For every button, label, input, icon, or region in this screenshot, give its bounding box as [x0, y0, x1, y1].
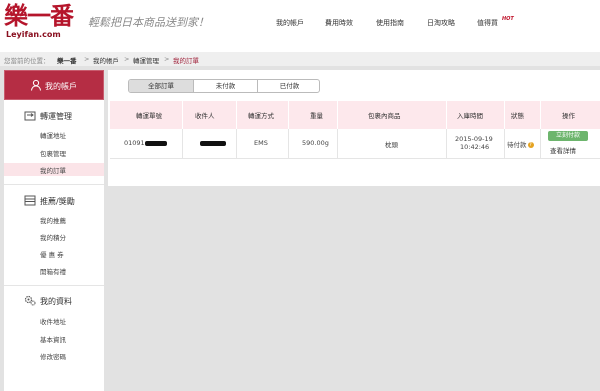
shipping-method: EMS: [254, 139, 268, 147]
nav-strategy[interactable]: 日淘攻略: [427, 18, 455, 28]
sidebar-item-my-referrals[interactable]: 我的推薦: [4, 213, 104, 226]
breadcrumb-separator: >: [84, 55, 90, 63]
col-shipping-method: 轉運方式: [248, 112, 274, 120]
sidebar-item-my-points[interactable]: 我的積分: [4, 230, 104, 243]
pay-now-button[interactable]: 立刻付款: [548, 131, 588, 141]
arrival-date: 2015-09-19: [455, 135, 493, 143]
orders-panel: 全部訂單 未付款 已付款 轉運單號 收件人 轉運方式 重量 包裹內商品 入庫時間…: [108, 70, 600, 186]
sidebar-item-unboxing-gift[interactable]: 開箱有禮: [4, 264, 104, 277]
recipient-name: [200, 139, 226, 147]
sidebar-item-shipping-address[interactable]: 收件地址: [4, 314, 104, 327]
tab-all-orders[interactable]: 全部訂單: [129, 80, 193, 92]
sidebar-item-package-management[interactable]: 包裹管理: [4, 146, 104, 159]
col-status: 狀態: [511, 112, 524, 120]
gears-icon: [24, 295, 36, 306]
hot-badge: HOT: [502, 16, 514, 22]
section-title: 推薦/獎勵: [40, 197, 75, 206]
section-title: 我的資料: [40, 297, 72, 306]
order-number: 01091: [124, 139, 167, 147]
table-row: 01091 EMS 590.00g 枕頭 2015-09-19 10:42:46…: [110, 129, 600, 159]
sidebar-item-forwarding-address[interactable]: 轉運地址: [4, 128, 104, 141]
sidebar-item-basic-info[interactable]: 基本資訊: [4, 332, 104, 345]
sidebar: 我的帳戶 轉運管理 轉運地址 包裹管理 我的訂單 推薦/獎勵 我的推薦 我的積分…: [4, 70, 104, 391]
view-details-link[interactable]: 查看詳情: [550, 145, 576, 155]
nav-guide[interactable]: 使用指南: [376, 18, 404, 28]
sidebar-item-change-password[interactable]: 修改密碼: [4, 349, 104, 362]
sidebar-section-rewards: 推薦/獎勵: [4, 195, 104, 207]
sidebar-section-forwarding: 轉運管理: [4, 110, 104, 122]
breadcrumb-separator: >: [164, 55, 170, 63]
sidebar-account-title: 我的帳戶: [45, 82, 77, 91]
breadcrumb-my-account[interactable]: 我的帳戶: [93, 55, 119, 65]
order-status: 待付款?: [507, 141, 534, 149]
forward-icon: [24, 111, 36, 121]
col-arrival-time: 入庫時間: [457, 112, 483, 120]
col-recipient: 收件人: [195, 112, 215, 120]
orders-table-header: 轉運單號 收件人 轉運方式 重量 包裹內商品 入庫時間 狀態 操作: [110, 101, 600, 129]
package-contents: 枕頭: [385, 141, 398, 149]
section-title: 轉運管理: [40, 112, 72, 121]
logo-glyphs: 樂一番: [4, 1, 74, 30]
breadcrumb-home[interactable]: 樂一番: [57, 55, 77, 65]
sidebar-item-coupons[interactable]: 優 惠 券: [4, 247, 104, 260]
breadcrumb-prefix: 您當前的位置：: [4, 57, 50, 65]
help-icon[interactable]: ?: [527, 142, 534, 148]
redacted-text: [144, 140, 167, 146]
breadcrumb-current: 我的訂單: [173, 57, 199, 65]
col-contents: 包裹內商品: [368, 112, 401, 120]
user-icon: [31, 79, 41, 91]
site-logo[interactable]: 樂一番 Leyifan.com: [4, 3, 84, 41]
breadcrumb-separator: >: [124, 55, 130, 63]
arrival-time: 10:42:46: [460, 143, 490, 151]
sidebar-divider: [4, 184, 104, 185]
nav-fees[interactable]: 費用時效: [325, 18, 353, 28]
nav-worth-buying[interactable]: 值得買: [477, 18, 498, 28]
col-weight: 重量: [310, 112, 323, 120]
col-order-no: 轉運單號: [136, 112, 162, 120]
weight: 590.00g: [302, 139, 329, 147]
sidebar-divider: [4, 285, 104, 286]
sidebar-account-header[interactable]: 我的帳戶: [4, 70, 104, 100]
redacted-text: [200, 140, 226, 146]
breadcrumb-forwarding[interactable]: 轉運管理: [133, 55, 159, 65]
sidebar-item-my-orders[interactable]: 我的訂單: [4, 163, 104, 176]
nav-my-account[interactable]: 我的帳戶: [276, 18, 304, 28]
site-slogan: 輕鬆把日本商品送到家！: [88, 16, 209, 29]
col-actions: 操作: [562, 112, 575, 120]
site-header: 樂一番 Leyifan.com 輕鬆把日本商品送到家！ 我的帳戶 費用時效 使用…: [0, 0, 600, 44]
tab-unpaid[interactable]: 未付款: [193, 80, 257, 92]
order-filter-tabs: 全部訂單 未付款 已付款: [128, 79, 320, 93]
tab-paid[interactable]: 已付款: [257, 80, 319, 92]
breadcrumb: 您當前的位置： 樂一番 > 我的帳戶 > 轉運管理 > 我的訂單: [0, 52, 600, 66]
logo-url: Leyifan.com: [6, 30, 61, 39]
gift-icon: [24, 195, 36, 206]
sidebar-section-profile: 我的資料: [4, 295, 104, 307]
